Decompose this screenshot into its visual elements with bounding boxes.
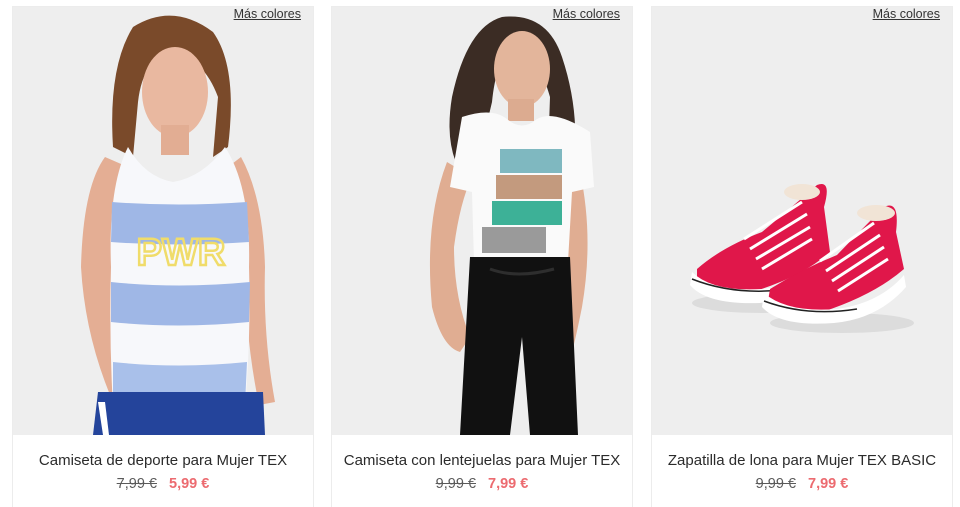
product-info: Camiseta con lentejuelas para Mujer TEX …	[332, 435, 632, 507]
product-grid: Más colores PWR Camiseta de deporte para…	[0, 0, 960, 507]
product-info: Camiseta de deporte para Mujer TEX 7,99 …	[13, 435, 313, 507]
more-colors-link[interactable]: Más colores	[873, 7, 940, 21]
sale-price: 5,99 €	[169, 476, 210, 492]
original-price: 9,99 €	[755, 476, 796, 492]
product-title[interactable]: Zapatilla de lona para Mujer TEX BASIC	[652, 452, 952, 469]
more-colors-link[interactable]: Más colores	[553, 7, 620, 21]
sale-price: 7,99 €	[488, 476, 529, 492]
product-image[interactable]: Más colores PWR	[13, 7, 313, 435]
product-title[interactable]: Camiseta con lentejuelas para Mujer TEX	[332, 452, 632, 469]
model-sequin-tshirt-illustration	[429, 16, 594, 435]
product-card[interactable]: Más colores PWR Camiseta de deporte para…	[13, 7, 313, 507]
model-tank-top-illustration: PWR	[81, 15, 275, 435]
original-price: 9,99 €	[435, 476, 476, 492]
product-title[interactable]: Camiseta de deporte para Mujer TEX	[13, 452, 313, 469]
shirt-print-text: PWR	[137, 232, 226, 274]
sale-price: 7,99 €	[808, 476, 849, 492]
price-row: 7,99 € 5,99 €	[13, 476, 313, 492]
product-card[interactable]: Más colores Zapatilla de lona para Mujer…	[652, 7, 952, 507]
red-sneakers-illustration	[690, 183, 914, 333]
price-row: 9,99 € 7,99 €	[652, 476, 952, 492]
product-info: Zapatilla de lona para Mujer TEX BASIC 9…	[652, 435, 952, 507]
product-image[interactable]: Más colores	[652, 7, 952, 435]
original-price: 7,99 €	[116, 476, 157, 492]
more-colors-link[interactable]: Más colores	[234, 7, 301, 21]
price-row: 9,99 € 7,99 €	[332, 476, 632, 492]
product-image[interactable]: Más colores	[332, 7, 632, 435]
product-card[interactable]: Más colores Camiseta con lentejuelas par…	[332, 7, 632, 507]
